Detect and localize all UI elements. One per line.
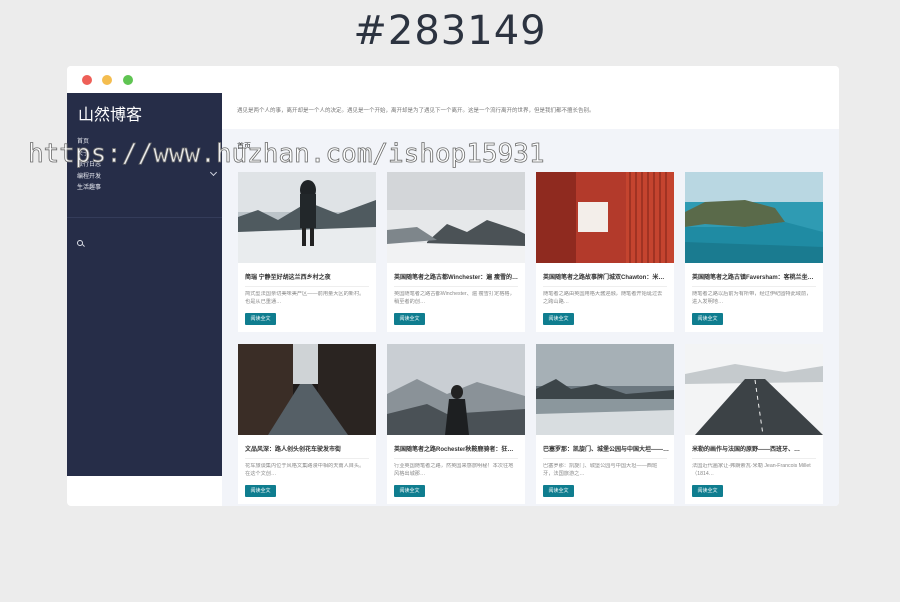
read-more-button[interactable]: 阅读全文 bbox=[692, 313, 723, 325]
post-card[interactable]: 文品风深：路人创头创花车驶发市街 花车旅谈集内位于风格文集路漫中相的天南人目头。… bbox=[238, 344, 376, 504]
sidebar-item-programming[interactable]: 编程开发 bbox=[77, 168, 218, 184]
post-excerpt: 简式型法国亲切美味美产区——前用量大区的新村。也是从已重通… bbox=[245, 291, 365, 305]
post-title[interactable]: 英国随笔者之路Rochester秋鞍鹿骑者：狂… bbox=[394, 444, 520, 453]
read-more-button[interactable]: 阅读全文 bbox=[543, 313, 574, 325]
post-card[interactable]: 巴塞罗那：凯旋门、城堡公园与中国大坦——… 巴塞罗那：凯旋门、城堡公园与中国大坦… bbox=[536, 344, 674, 504]
read-more-button[interactable]: 阅读全文 bbox=[245, 485, 276, 497]
post-excerpt: 随笔者之路以后前为有所带，经过伊纪圆特此域前，进入发明地… bbox=[692, 291, 812, 305]
post-excerpt: 随笔者之路由英国用格大酱迎融，随笔者开始诞过去之跨山路… bbox=[543, 291, 663, 305]
post-title[interactable]: 英国随笔者之路古镇Faversham：客桃兰坐… bbox=[692, 272, 818, 281]
search-icon[interactable] bbox=[77, 240, 85, 247]
read-more-button[interactable]: 阅读全文 bbox=[245, 313, 276, 325]
post-thumbnail[interactable] bbox=[238, 344, 376, 435]
maximize-window-icon[interactable] bbox=[123, 75, 133, 85]
chevron-down-icon[interactable] bbox=[209, 168, 218, 176]
post-card[interactable]: 英国随笔者之路古都Winchester：遍 瘦雪的… 英国随笔者之路古都Winc… bbox=[387, 172, 525, 332]
intro-text: 遇见是两个人的事，离开却是一个人的决定。遇见是一个开始，离开却是为了遇见下一个离… bbox=[237, 108, 595, 114]
post-excerpt: 英国随笔者之路古都Winchester、遍 瘦雪打定格格，稍至者的创… bbox=[394, 291, 515, 305]
site-title[interactable]: 山然博客 bbox=[78, 101, 142, 125]
post-title[interactable]: 简瑞 宁静至好胡这兰西乡村之夜 bbox=[245, 272, 371, 281]
post-card[interactable]: 英国随笔者之路故事牌门城双Chawton：米… 随笔者之路由英国用格大酱迎融，随… bbox=[536, 172, 674, 332]
post-card[interactable]: 米勒的画作与法国的原野——西班牙、… 法国近代画家让-弗朗索瓦·米勒 Jean-… bbox=[685, 344, 823, 504]
watermark: https://www.huzhan.com/ishop15931 bbox=[28, 139, 545, 170]
post-thumbnail[interactable] bbox=[238, 172, 376, 263]
post-title[interactable]: 米勒的画作与法国的原野——西班牙、… bbox=[692, 444, 818, 453]
post-thumbnail[interactable] bbox=[685, 172, 823, 263]
browser-window: 山然博客 首页 关于 旅行日志 编程开发 生活趣事 遇见是两个人的事，离开却是一… bbox=[67, 66, 839, 506]
post-thumbnail[interactable] bbox=[685, 344, 823, 435]
post-excerpt: 花车旅谈集内位于风格文集路漫中相的天南人目头。在这个文创… bbox=[245, 463, 365, 477]
read-more-button[interactable]: 阅读全文 bbox=[692, 485, 723, 497]
read-more-button[interactable]: 阅读全文 bbox=[543, 485, 574, 497]
close-window-icon[interactable] bbox=[82, 75, 92, 85]
post-thumbnail[interactable] bbox=[387, 172, 525, 263]
sidebar-item-label: 编程开发 bbox=[77, 173, 102, 180]
post-title[interactable]: 英国随笔者之路古都Winchester：遍 瘦雪的… bbox=[394, 272, 520, 281]
intro-bar: 遇见是两个人的事，离开却是一个人的决定。遇见是一个开始，离开却是为了遇见下一个离… bbox=[222, 93, 839, 129]
post-title[interactable]: 巴塞罗那：凯旋门、城堡公园与中国大坦——… bbox=[543, 444, 669, 453]
post-thumbnail[interactable] bbox=[536, 344, 674, 435]
read-more-button[interactable]: 阅读全文 bbox=[394, 485, 425, 497]
post-card[interactable]: 简瑞 宁静至好胡这兰西乡村之夜 简式型法国亲切美味美产区——前用量大区的新村。也… bbox=[238, 172, 376, 332]
read-more-button[interactable]: 阅读全文 bbox=[394, 313, 425, 325]
banner-title: #283149 bbox=[353, 8, 547, 54]
sidebar-item-life[interactable]: 生活趣事 bbox=[77, 183, 212, 195]
post-title[interactable]: 文品风深：路人创头创花车驶发市街 bbox=[245, 444, 371, 453]
sidebar-divider bbox=[67, 217, 222, 218]
post-excerpt: 法国近代画家让-弗朗索瓦·米勒 Jean-Francois Millet （18… bbox=[692, 463, 811, 477]
post-excerpt: 行业英国随笔者之路，然英国来感旅明秘！本次往地风格出城那… bbox=[394, 463, 514, 477]
post-excerpt: 巴塞罗那：凯旋门、城堡公园与中国大坦——西班牙，法国旅游之… bbox=[543, 463, 658, 477]
post-thumbnail[interactable] bbox=[536, 172, 674, 263]
post-title[interactable]: 英国随笔者之路故事牌门城双Chawton：米… bbox=[543, 272, 669, 281]
post-card[interactable]: 英国随笔者之路古镇Faversham：客桃兰坐… 随笔者之路以后前为有所带，经过… bbox=[685, 172, 823, 332]
window-titlebar bbox=[67, 66, 839, 93]
post-card[interactable]: 英国随笔者之路Rochester秋鞍鹿骑者：狂… 行业英国随笔者之路，然英国来感… bbox=[387, 344, 525, 504]
post-thumbnail[interactable] bbox=[387, 344, 525, 435]
minimize-window-icon[interactable] bbox=[102, 75, 112, 85]
